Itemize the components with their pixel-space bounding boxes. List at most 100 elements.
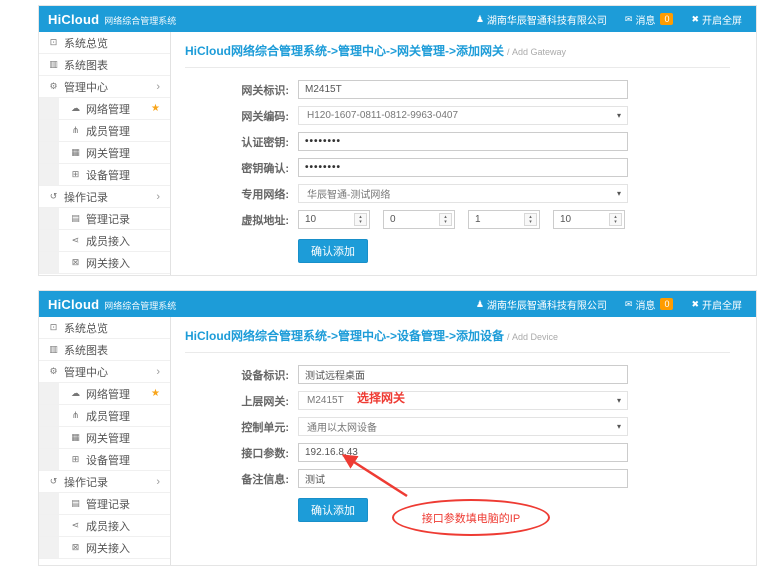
device-id-input[interactable] bbox=[298, 365, 628, 384]
desktop-icon: ⊡ bbox=[47, 322, 60, 333]
number-stepper-icon[interactable]: ▴▾ bbox=[439, 213, 452, 226]
private-network-label: 专用网络: bbox=[185, 186, 289, 202]
calendar-icon: ⊞ bbox=[69, 454, 82, 465]
grid-icon: ▦ bbox=[69, 147, 82, 158]
fullscreen-toggle[interactable]: ✖ 开启全屏 bbox=[691, 297, 742, 312]
sidebar-item-system-charts[interactable]: ▥ 系统图表 bbox=[39, 339, 170, 361]
company-menu[interactable]: ♟ 湖南华辰智通科技有限公司 bbox=[476, 12, 607, 27]
company-name: 湖南华辰智通科技有限公司 bbox=[487, 12, 607, 27]
number-stepper-icon[interactable]: ▴▾ bbox=[609, 213, 622, 226]
gateway-id-input[interactable] bbox=[298, 80, 628, 99]
chevron-down-icon: ▾ bbox=[617, 190, 621, 198]
chevron-down-icon: ▾ bbox=[617, 112, 621, 120]
chevron-right-icon: › bbox=[156, 81, 170, 93]
auth-key-input[interactable] bbox=[298, 132, 628, 151]
control-unit-select[interactable]: 通用以太网设备 ▾ bbox=[298, 417, 628, 436]
brand-subtitle: 网络综合管理系统 bbox=[104, 299, 176, 312]
company-name: 湖南华辰智通科技有限公司 bbox=[487, 297, 607, 312]
window-add-device: HiCloud 网络综合管理系统 ♟ 湖南华辰智通科技有限公司 ✉ 消息 0 ✖… bbox=[38, 290, 757, 566]
sidebar-item-operation-log[interactable]: ↺ 操作记录 › bbox=[39, 186, 170, 208]
brand-name: HiCloud bbox=[48, 297, 99, 312]
share-icon: ⋖ bbox=[69, 520, 82, 531]
sidebar-item-member-access[interactable]: ⋖ 成员接入 bbox=[39, 230, 170, 252]
sidebar-item-gateway-access[interactable]: ⊠ 网关接入 bbox=[39, 252, 170, 274]
annotation-select-gateway: 选择网关 bbox=[357, 389, 405, 406]
app-logo[interactable]: HiCloud 网络综合管理系统 bbox=[39, 297, 176, 312]
annotation-ellipse: 接口参数填电脑的IP bbox=[392, 499, 550, 536]
confirm-add-button[interactable]: 确认添加 bbox=[298, 239, 368, 263]
chevron-down-icon: ▾ bbox=[617, 397, 621, 405]
key-confirm-label: 密钥确认: bbox=[185, 160, 289, 176]
remark-input[interactable] bbox=[298, 469, 628, 488]
sidebar-item-management-center[interactable]: ⚙ 管理中心 › bbox=[39, 76, 170, 98]
virtual-address-group: 10 ▴▾ 0 ▴▾ 1 ▴▾ 10 ▴▾ bbox=[298, 210, 625, 229]
sidebar-item-member-access[interactable]: ⋖ 成员接入 bbox=[39, 515, 170, 537]
parent-gateway-select[interactable]: M2415T ▾ bbox=[298, 391, 628, 410]
image-icon: ⊠ bbox=[69, 257, 82, 268]
messages-menu[interactable]: ✉ 消息 0 bbox=[625, 297, 674, 312]
chevron-right-icon: › bbox=[156, 191, 170, 203]
sidebar-item-gateway-access[interactable]: ⊠ 网关接入 bbox=[39, 537, 170, 559]
sidebar-item-operation-log[interactable]: ↺ 操作记录 › bbox=[39, 471, 170, 493]
main-content: HiCloud网络综合管理系统->管理中心->网关管理->添加网关/ Add G… bbox=[171, 32, 756, 275]
device-id-label: 设备标识: bbox=[185, 367, 289, 383]
chevron-down-icon: ▾ bbox=[617, 423, 621, 431]
gateway-code-select[interactable]: H120-1607-0811-0812-9963-0407 ▾ bbox=[298, 106, 628, 125]
history-icon: ↺ bbox=[47, 476, 60, 487]
file-icon: ▤ bbox=[69, 498, 82, 509]
chart-icon: ▥ bbox=[47, 344, 60, 355]
share-icon: ⋖ bbox=[69, 235, 82, 246]
sidebar-item-member-management[interactable]: ⋔ 成员管理 bbox=[39, 120, 170, 142]
breadcrumb-suffix: / Add Device bbox=[507, 332, 558, 342]
breadcrumb-suffix: / Add Gateway bbox=[507, 47, 566, 57]
gears-icon: ⚙ bbox=[47, 81, 60, 92]
private-network-select[interactable]: 华辰智通-测试网络 ▾ bbox=[298, 184, 628, 203]
sidebar-item-gateway-management[interactable]: ▦ 网关管理 bbox=[39, 142, 170, 164]
fullscreen-toggle[interactable]: ✖ 开启全屏 bbox=[691, 12, 742, 27]
app-logo[interactable]: HiCloud 网络综合管理系统 bbox=[39, 12, 176, 27]
sidebar-item-network-management[interactable]: ☁ 网络管理 ★ bbox=[39, 383, 170, 405]
sidebar-item-network-management[interactable]: ☁ 网络管理 ★ bbox=[39, 98, 170, 120]
gears-icon: ⚙ bbox=[47, 366, 60, 377]
sidebar-item-management-records[interactable]: ▤ 管理记录 bbox=[39, 493, 170, 515]
virtual-address-octet-1[interactable]: 10 ▴▾ bbox=[298, 210, 370, 229]
sidebar-item-gateway-management[interactable]: ▦ 网关管理 bbox=[39, 427, 170, 449]
parent-gateway-label: 上层网关: bbox=[185, 393, 289, 409]
interface-param-input[interactable] bbox=[298, 443, 628, 462]
confirm-add-button[interactable]: 确认添加 bbox=[298, 498, 368, 522]
file-icon: ▤ bbox=[69, 213, 82, 224]
page: HiCloud 网络综合管理系统 ♟ 湖南华辰智通科技有限公司 ✉ 消息 0 ✖… bbox=[0, 0, 779, 574]
sidebar-item-management-records[interactable]: ▤ 管理记录 bbox=[39, 208, 170, 230]
number-stepper-icon[interactable]: ▴▾ bbox=[524, 213, 537, 226]
fullscreen-label: 开启全屏 bbox=[702, 12, 742, 27]
number-stepper-icon[interactable]: ▴▾ bbox=[354, 213, 367, 226]
navbar-right: ♟ 湖南华辰智通科技有限公司 ✉ 消息 0 ✖ 开启全屏 bbox=[476, 297, 756, 312]
virtual-address-octet-3[interactable]: 1 ▴▾ bbox=[468, 210, 540, 229]
top-navbar: HiCloud 网络综合管理系统 ♟ 湖南华辰智通科技有限公司 ✉ 消息 0 ✖… bbox=[39, 6, 756, 32]
virtual-address-octet-4[interactable]: 10 ▴▾ bbox=[553, 210, 625, 229]
company-menu[interactable]: ♟ 湖南华辰智通科技有限公司 bbox=[476, 297, 607, 312]
sidebar-item-system-overview[interactable]: ⊡ 系统总览 bbox=[39, 317, 170, 339]
sidebar-item-management-center[interactable]: ⚙ 管理中心 › bbox=[39, 361, 170, 383]
gateway-code-label: 网关编码: bbox=[185, 108, 289, 124]
sidebar-item-system-overview[interactable]: ⊡ 系统总览 bbox=[39, 32, 170, 54]
fullscreen-icon: ✖ bbox=[691, 299, 699, 310]
auth-key-label: 认证密钥: bbox=[185, 134, 289, 150]
user-icon: ♟ bbox=[476, 14, 484, 25]
virtual-address-octet-2[interactable]: 0 ▴▾ bbox=[383, 210, 455, 229]
sidebar-item-system-charts[interactable]: ▥ 系统图表 bbox=[39, 54, 170, 76]
cloud-icon: ☁ bbox=[69, 103, 82, 114]
messages-label: 消息 bbox=[635, 12, 655, 27]
chevron-right-icon: › bbox=[156, 366, 170, 378]
key-confirm-input[interactable] bbox=[298, 158, 628, 177]
calendar-icon: ⊞ bbox=[69, 169, 82, 180]
history-icon: ↺ bbox=[47, 191, 60, 202]
main-content: HiCloud网络综合管理系统->管理中心->设备管理->添加设备/ Add D… bbox=[171, 317, 756, 565]
sidebar-item-member-management[interactable]: ⋔ 成员管理 bbox=[39, 405, 170, 427]
fullscreen-label: 开启全屏 bbox=[702, 297, 742, 312]
messages-menu[interactable]: ✉ 消息 0 bbox=[625, 12, 674, 27]
image-icon: ⊠ bbox=[69, 542, 82, 553]
sitemap-icon: ⋔ bbox=[69, 125, 82, 136]
sidebar-item-device-management[interactable]: ⊞ 设备管理 bbox=[39, 164, 170, 186]
sidebar-item-device-management[interactable]: ⊞ 设备管理 bbox=[39, 449, 170, 471]
